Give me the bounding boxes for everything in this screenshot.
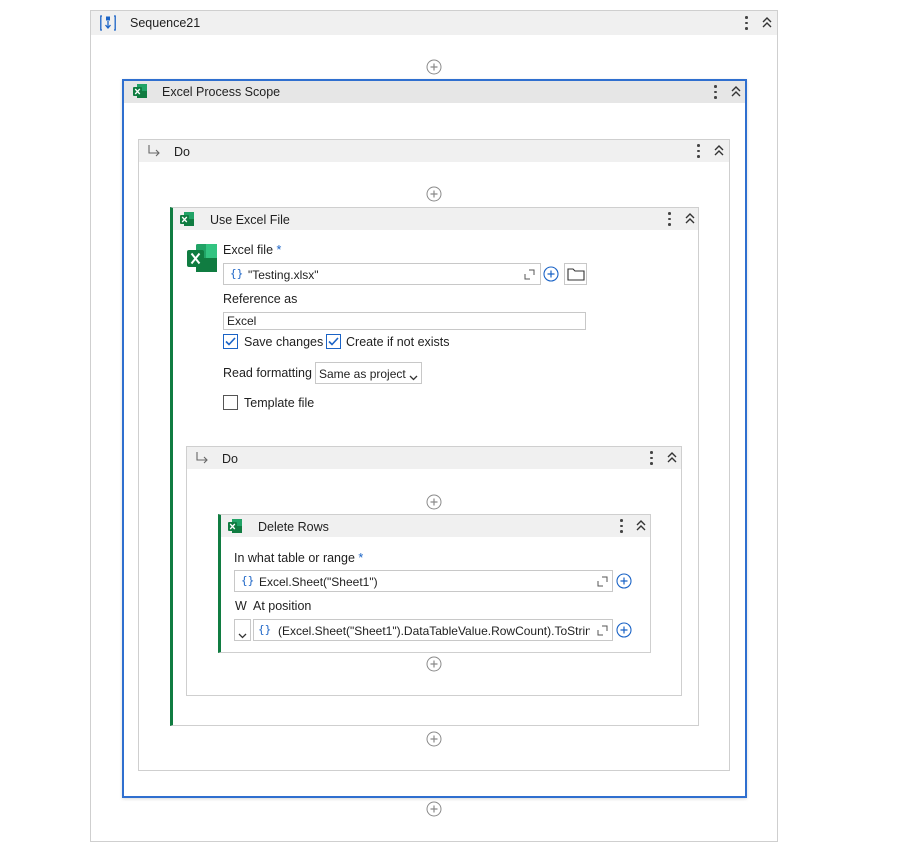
at-position-value: (Excel.Sheet("Sheet1").DataTableValue.Ro… <box>278 624 590 638</box>
table-range-value: Excel.Sheet("Sheet1") <box>259 575 378 589</box>
browse-folder-button[interactable] <box>564 263 587 285</box>
add-variable-icon[interactable] <box>616 622 632 638</box>
required-mark: * <box>358 551 364 565</box>
add-variable-icon[interactable] <box>616 573 632 589</box>
add-activity-icon[interactable] <box>426 801 442 817</box>
use-excel-do-header[interactable]: Do <box>187 447 681 469</box>
more-vertical-icon[interactable] <box>742 15 750 31</box>
collapse-icon[interactable] <box>713 144 725 158</box>
table-range-field[interactable]: {} Excel.Sheet("Sheet1") <box>234 570 613 592</box>
delete-rows-header[interactable]: Delete Rows <box>221 515 650 537</box>
excel-icon <box>186 242 218 274</box>
sequence-header[interactable]: Sequence21 <box>91 11 777 35</box>
add-activity-icon[interactable] <box>426 59 442 75</box>
reference-as-value: Excel <box>227 314 257 328</box>
use-excel-header[interactable]: Use Excel File <box>173 208 698 230</box>
more-vertical-icon[interactable] <box>665 211 673 227</box>
collapse-icon[interactable] <box>761 16 773 30</box>
expression-icon: {} <box>241 574 255 587</box>
reference-as-field[interactable]: Excel <box>223 312 586 330</box>
expand-editor-icon[interactable] <box>597 625 608 636</box>
collapse-icon[interactable] <box>666 451 678 465</box>
add-activity-icon[interactable] <box>426 656 442 672</box>
scope-do-header[interactable]: Do <box>139 140 729 162</box>
template-file-checkbox[interactable] <box>223 395 238 410</box>
more-vertical-icon[interactable] <box>617 518 625 534</box>
add-activity-icon[interactable] <box>426 731 442 747</box>
excel-icon <box>227 518 243 534</box>
table-range-label: In what table or range * <box>234 551 363 565</box>
expand-editor-icon[interactable] <box>597 576 608 587</box>
save-changes-label: Save changes <box>244 335 324 349</box>
collapse-icon[interactable] <box>730 85 742 99</box>
excel-icon <box>132 83 148 99</box>
excel-file-value: "Testing.xlsx" <box>248 268 319 282</box>
chevron-down-icon <box>409 370 418 381</box>
excel-file-label-text: Excel file <box>223 243 274 257</box>
expression-icon: {} <box>258 623 272 636</box>
sequence-title: Sequence21 <box>130 16 201 30</box>
position-mode-dropdown[interactable] <box>234 619 251 641</box>
create-if-not-exists-checkbox[interactable] <box>326 334 341 349</box>
more-vertical-icon[interactable] <box>647 450 655 466</box>
do-arrow-icon <box>147 144 161 158</box>
add-activity-icon[interactable] <box>426 494 442 510</box>
excel-icon <box>179 211 195 227</box>
scope-do-title: Do <box>174 145 190 159</box>
read-formatting-value: Same as project <box>319 367 406 381</box>
reference-as-label: Reference as <box>223 292 298 306</box>
w-label: W <box>235 599 247 613</box>
folder-icon <box>567 267 585 281</box>
use-excel-do-title: Do <box>222 452 238 466</box>
required-mark: * <box>276 243 282 257</box>
excel-file-field[interactable]: {} "Testing.xlsx" <box>223 263 541 285</box>
collapse-icon[interactable] <box>635 519 647 533</box>
chevron-down-icon <box>238 628 247 639</box>
at-position-label: At position <box>253 599 312 613</box>
more-vertical-icon[interactable] <box>711 84 719 100</box>
add-activity-icon[interactable] <box>426 186 442 202</box>
do-arrow-icon <box>195 451 209 465</box>
table-range-label-text: In what table or range <box>234 551 355 565</box>
add-variable-icon[interactable] <box>543 266 559 282</box>
collapse-icon[interactable] <box>684 212 696 226</box>
read-formatting-dropdown[interactable]: Same as project <box>315 362 422 384</box>
expand-editor-icon[interactable] <box>524 269 535 280</box>
more-vertical-icon[interactable] <box>694 143 702 159</box>
scope-title: Excel Process Scope <box>162 85 281 99</box>
read-formatting-label: Read formatting <box>223 366 312 380</box>
save-changes-checkbox[interactable] <box>223 334 238 349</box>
sequence-icon <box>100 15 116 31</box>
use-excel-title: Use Excel File <box>210 213 290 227</box>
expression-icon: {} <box>230 267 244 280</box>
excel-file-label: Excel file * <box>223 243 281 257</box>
at-position-field[interactable]: {} (Excel.Sheet("Sheet1").DataTableValue… <box>253 619 613 641</box>
template-file-label: Template file <box>244 396 315 410</box>
delete-rows-title: Delete Rows <box>258 520 329 534</box>
create-if-not-exists-label: Create if not exists <box>346 335 450 349</box>
scope-header[interactable]: Excel Process Scope <box>124 81 745 103</box>
